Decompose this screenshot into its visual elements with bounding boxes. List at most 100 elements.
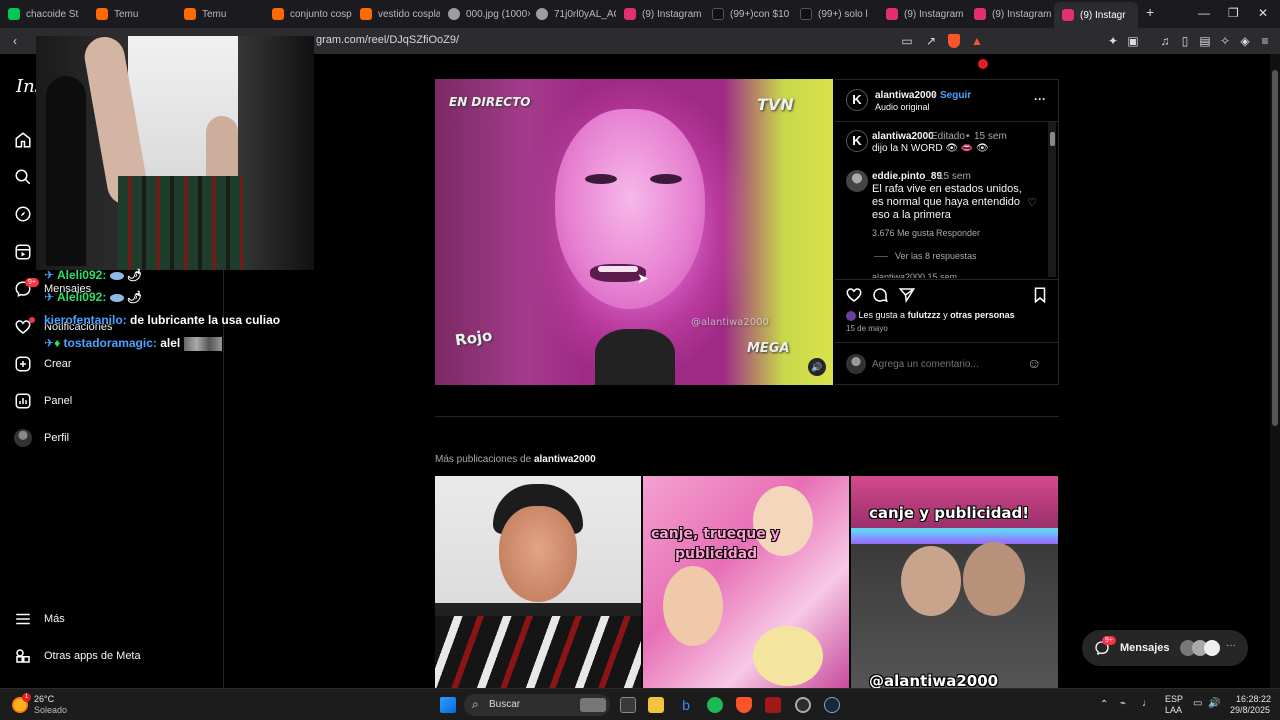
sidebar-icon[interactable]: ▯ <box>1178 34 1192 48</box>
like-heart-icon[interactable] <box>845 286 863 304</box>
display-icon[interactable]: ▭ <box>1193 698 1202 709</box>
caption-author[interactable]: alantiwa2000 <box>872 131 934 142</box>
sidebar-item-profile[interactable]: Perfil <box>14 429 69 447</box>
emote-icon: 🌶 <box>127 268 143 282</box>
network-icon[interactable]: ⌁ <box>1120 698 1126 709</box>
comment-like-icon[interactable]: ♡ <box>1027 196 1037 209</box>
obs-icon[interactable] <box>795 697 811 713</box>
likes-others[interactable]: otras personas <box>950 310 1015 320</box>
view-replies-button[interactable]: Ver las 8 respuestas <box>895 251 977 261</box>
share-plane-icon[interactable] <box>898 286 916 304</box>
music-icon[interactable]: ♫ <box>1158 34 1172 48</box>
post-thumbnail-2[interactable]: canje, trueque y publicidad <box>643 476 849 688</box>
likes-summary[interactable]: Les gusta a fulutzzz y otras personas <box>846 310 1015 321</box>
tab-4[interactable]: conjunto cospl <box>272 4 352 24</box>
weather-temp[interactable]: 26°C <box>34 694 54 704</box>
language-code[interactable]: ESP <box>1165 694 1183 704</box>
steam-icon[interactable] <box>824 697 840 713</box>
audio-label[interactable]: Audio original <box>875 102 930 112</box>
sidebar-item-meta-apps[interactable]: Otras apps de Meta <box>14 647 141 665</box>
comment-author[interactable]: eddie.pinto_89 <box>872 171 942 182</box>
sidebar-item-more[interactable]: Más <box>14 610 65 628</box>
sidebar-item-reels[interactable] <box>14 243 32 261</box>
more-posts-author[interactable]: alantiwa2000 <box>534 454 596 465</box>
close-window-icon[interactable]: ✕ <box>1258 6 1268 20</box>
post-thumbnail-1[interactable] <box>435 476 641 688</box>
address-bar[interactable]: gram.com/reel/DJqSZfiOoZ9/ <box>316 34 459 46</box>
voicemeeter-icon[interactable] <box>765 697 781 713</box>
weather-desc[interactable]: Soleado <box>34 705 67 715</box>
tab-7[interactable]: 71j0rl0yAL_AC <box>536 4 616 24</box>
file-explorer-icon[interactable] <box>648 697 664 713</box>
language-layout[interactable]: LAA <box>1165 705 1182 715</box>
messages-pill[interactable]: 9+ Mensajes ··· <box>1082 630 1248 666</box>
menu-icon[interactable]: ≡ <box>1258 34 1272 48</box>
brave-shield-icon[interactable] <box>948 34 960 48</box>
sidebar-item-home[interactable] <box>14 131 32 149</box>
back-icon[interactable]: ‹ <box>8 34 22 48</box>
post-author[interactable]: alantiwa2000 <box>875 90 937 101</box>
tab-12[interactable]: (9) Instagram <box>974 4 1054 24</box>
taskbar-search[interactable]: ⌕ Buscar <box>464 694 610 716</box>
brave-rewards-icon[interactable]: ▲ <box>970 34 984 48</box>
more-dots-icon[interactable]: ··· <box>1226 640 1236 651</box>
sidebar-item-create[interactable]: Crear <box>14 355 72 373</box>
caption-avatar[interactable]: K <box>846 130 868 152</box>
tab-2[interactable]: Temu <box>96 4 176 24</box>
post-thumbnail-3[interactable]: canje y publicidad! @alantiwa2000 <box>851 476 1058 688</box>
own-avatar <box>846 354 866 374</box>
microphone-icon[interactable]: ♩ <box>1142 698 1152 709</box>
chart-icon <box>15 393 31 409</box>
badge-icon: ✈ <box>44 290 55 304</box>
likes-user[interactable]: fulutzzz <box>908 310 941 320</box>
comment-likes[interactable]: 3.676 Me gusta <box>872 228 934 238</box>
tab-11[interactable]: (9) Instagram <box>886 4 966 24</box>
clock-date[interactable]: 29/8/2025 <box>1230 705 1270 715</box>
follow-button[interactable]: Seguir <box>940 90 971 101</box>
emoji-icon[interactable]: ☺ <box>1027 355 1041 371</box>
tab-8[interactable]: (9) Instagram <box>624 4 704 24</box>
tab-3[interactable]: Temu <box>184 4 264 24</box>
tray-chevron-icon[interactable]: ⌃ <box>1100 699 1108 710</box>
reel-video[interactable]: EN DIRECTO TVN Rojo MEGA @alantiwa2000 <box>435 79 833 385</box>
comments-scroll-thumb[interactable] <box>1050 132 1055 146</box>
tab-9[interactable]: (99+)con $10 c <box>712 4 792 24</box>
clock-time[interactable]: 16:28:22 <box>1236 694 1271 704</box>
share-icon[interactable]: ↗ <box>924 34 938 48</box>
tab-6[interactable]: 000.jpg (1000× <box>448 4 530 24</box>
minimize-icon[interactable]: — <box>1198 6 1210 20</box>
tab-1[interactable]: chacoide St <box>8 4 88 24</box>
new-tab-icon[interactable]: + <box>1146 4 1154 20</box>
tab-5[interactable]: vestido cospla <box>360 4 440 24</box>
page-scroll-thumb[interactable] <box>1272 70 1278 426</box>
more-options-icon[interactable]: ··· <box>1034 92 1046 106</box>
brave-browser-icon[interactable] <box>736 697 752 713</box>
volume-button[interactable]: 🔊 <box>808 358 826 376</box>
comment-bubble-icon[interactable] <box>871 286 889 304</box>
sidebar-item-search[interactable] <box>14 168 32 186</box>
commenter-avatar[interactable] <box>846 170 868 192</box>
bing-icon[interactable]: b <box>678 697 694 713</box>
maximize-icon[interactable]: ❐ <box>1228 6 1239 20</box>
tab-10[interactable]: (99+) solo l <box>800 4 876 24</box>
chat-username: kierofentanilo: <box>44 313 127 327</box>
author-avatar[interactable]: K <box>846 89 868 111</box>
wallet-icon[interactable]: ▤ <box>1198 34 1212 48</box>
extensions-icon[interactable]: ✦ <box>1106 34 1120 48</box>
bookmark-icon[interactable] <box>1031 286 1049 304</box>
leo-ai-icon[interactable]: ✧ <box>1218 34 1232 48</box>
install-app-icon[interactable]: ▭ <box>900 34 914 48</box>
tab-13-active[interactable]: (9) Instagr× <box>1054 2 1138 28</box>
windows-start-icon[interactable] <box>440 697 456 713</box>
screenshot-icon[interactable]: ▣ <box>1126 34 1140 48</box>
messages-badge: 9+ <box>1102 636 1116 645</box>
spotify-icon[interactable] <box>707 697 723 713</box>
comment-text-line: El rafa vive en estados unidos, <box>872 183 1022 195</box>
task-view-icon[interactable] <box>620 697 636 713</box>
volume-icon[interactable]: 🔊 <box>1208 698 1220 709</box>
comment-input[interactable] <box>872 357 1012 371</box>
sidebar-item-panel[interactable]: Panel <box>14 392 72 410</box>
vpn-icon[interactable]: ◈ <box>1238 34 1252 48</box>
reply-button[interactable]: Responder <box>936 228 980 238</box>
sidebar-item-explore[interactable] <box>14 205 32 223</box>
